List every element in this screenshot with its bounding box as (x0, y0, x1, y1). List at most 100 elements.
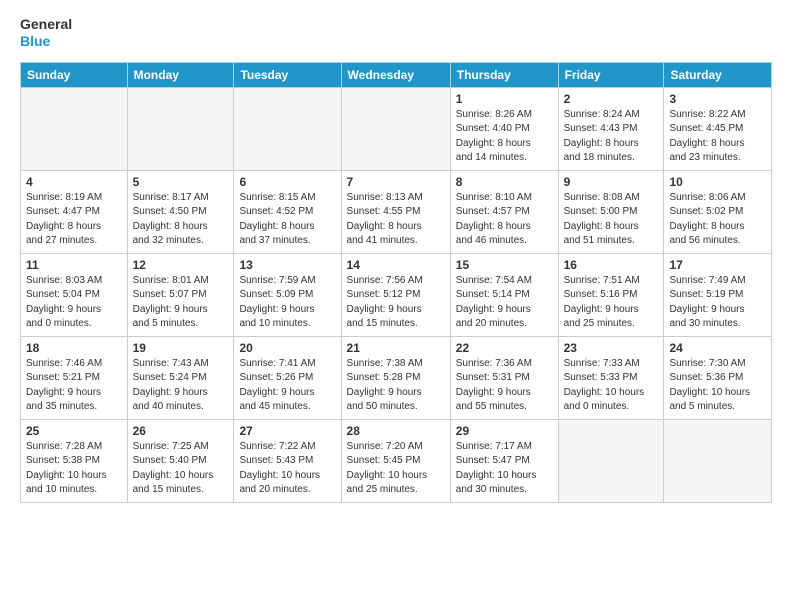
calendar-cell (341, 87, 450, 170)
calendar-cell (664, 419, 772, 502)
day-number: 12 (133, 258, 229, 272)
calendar-cell (558, 419, 664, 502)
calendar-cell: 19 Sunrise: 7:43 AM Sunset: 5:24 PM Dayli… (127, 336, 234, 419)
day-info: Sunrise: 8:13 AM Sunset: 4:55 PM Dayligh… (347, 191, 445, 249)
day-number: 21 (347, 341, 445, 355)
calendar-cell: 15 Sunrise: 7:54 AM Sunset: 5:14 PM Dayli… (450, 253, 558, 336)
calendar-week-3: 11 Sunrise: 8:03 AM Sunset: 5:04 PM Dayli… (21, 253, 772, 336)
calendar-cell (127, 87, 234, 170)
day-number: 11 (26, 258, 122, 272)
day-info: Sunrise: 7:22 AM Sunset: 5:43 PM Dayligh… (239, 440, 335, 498)
day-number: 19 (133, 341, 229, 355)
day-number: 18 (26, 341, 122, 355)
day-info: Sunrise: 8:22 AM Sunset: 4:45 PM Dayligh… (669, 108, 766, 166)
day-number: 24 (669, 341, 766, 355)
day-info: Sunrise: 8:24 AM Sunset: 4:43 PM Dayligh… (564, 108, 659, 166)
day-number: 26 (133, 424, 229, 438)
day-info: Sunrise: 8:06 AM Sunset: 5:02 PM Dayligh… (669, 191, 766, 249)
col-header-saturday: Saturday (664, 62, 772, 87)
day-info: Sunrise: 7:20 AM Sunset: 5:45 PM Dayligh… (347, 440, 445, 498)
day-info: Sunrise: 7:56 AM Sunset: 5:12 PM Dayligh… (347, 274, 445, 332)
calendar-header-row: SundayMondayTuesdayWednesdayThursdayFrid… (21, 62, 772, 87)
day-info: Sunrise: 7:51 AM Sunset: 5:16 PM Dayligh… (564, 274, 659, 332)
day-number: 25 (26, 424, 122, 438)
day-number: 28 (347, 424, 445, 438)
day-info: Sunrise: 7:28 AM Sunset: 5:38 PM Dayligh… (26, 440, 122, 498)
day-info: Sunrise: 8:08 AM Sunset: 5:00 PM Dayligh… (564, 191, 659, 249)
day-number: 29 (456, 424, 553, 438)
calendar-cell: 4 Sunrise: 8:19 AM Sunset: 4:47 PM Daylig… (21, 170, 128, 253)
day-info: Sunrise: 7:43 AM Sunset: 5:24 PM Dayligh… (133, 357, 229, 415)
calendar-cell: 1 Sunrise: 8:26 AM Sunset: 4:40 PM Daylig… (450, 87, 558, 170)
calendar-cell (234, 87, 341, 170)
logo-blue-text: Blue (20, 33, 50, 50)
day-info: Sunrise: 8:10 AM Sunset: 4:57 PM Dayligh… (456, 191, 553, 249)
col-header-thursday: Thursday (450, 62, 558, 87)
day-info: Sunrise: 7:25 AM Sunset: 5:40 PM Dayligh… (133, 440, 229, 498)
calendar-cell: 7 Sunrise: 8:13 AM Sunset: 4:55 PM Daylig… (341, 170, 450, 253)
col-header-tuesday: Tuesday (234, 62, 341, 87)
calendar-cell: 29 Sunrise: 7:17 AM Sunset: 5:47 PM Dayli… (450, 419, 558, 502)
day-number: 15 (456, 258, 553, 272)
day-info: Sunrise: 7:30 AM Sunset: 5:36 PM Dayligh… (669, 357, 766, 415)
col-header-monday: Monday (127, 62, 234, 87)
col-header-wednesday: Wednesday (341, 62, 450, 87)
day-info: Sunrise: 7:38 AM Sunset: 5:28 PM Dayligh… (347, 357, 445, 415)
day-number: 1 (456, 92, 553, 106)
day-number: 5 (133, 175, 229, 189)
day-info: Sunrise: 7:59 AM Sunset: 5:09 PM Dayligh… (239, 274, 335, 332)
day-number: 9 (564, 175, 659, 189)
calendar-cell: 16 Sunrise: 7:51 AM Sunset: 5:16 PM Dayli… (558, 253, 664, 336)
day-number: 16 (564, 258, 659, 272)
calendar-cell: 11 Sunrise: 8:03 AM Sunset: 5:04 PM Dayli… (21, 253, 128, 336)
day-number: 22 (456, 341, 553, 355)
day-info: Sunrise: 7:46 AM Sunset: 5:21 PM Dayligh… (26, 357, 122, 415)
calendar-cell: 28 Sunrise: 7:20 AM Sunset: 5:45 PM Dayli… (341, 419, 450, 502)
calendar-week-5: 25 Sunrise: 7:28 AM Sunset: 5:38 PM Dayli… (21, 419, 772, 502)
calendar-week-2: 4 Sunrise: 8:19 AM Sunset: 4:47 PM Daylig… (21, 170, 772, 253)
calendar-cell: 22Sunrise: 7:36 AM Sunset: 5:31 PM Dayli… (450, 336, 558, 419)
col-header-sunday: Sunday (21, 62, 128, 87)
calendar-cell: 9 Sunrise: 8:08 AM Sunset: 5:00 PM Daylig… (558, 170, 664, 253)
day-info: Sunrise: 8:17 AM Sunset: 4:50 PM Dayligh… (133, 191, 229, 249)
logo-general-text: General (20, 16, 72, 33)
calendar-cell: 12 Sunrise: 8:01 AM Sunset: 5:07 PM Dayli… (127, 253, 234, 336)
calendar-week-1: 1 Sunrise: 8:26 AM Sunset: 4:40 PM Daylig… (21, 87, 772, 170)
calendar-cell: 5 Sunrise: 8:17 AM Sunset: 4:50 PM Daylig… (127, 170, 234, 253)
day-number: 23 (564, 341, 659, 355)
day-number: 13 (239, 258, 335, 272)
day-number: 6 (239, 175, 335, 189)
day-info: Sunrise: 7:54 AM Sunset: 5:14 PM Dayligh… (456, 274, 553, 332)
calendar-cell: 18 Sunrise: 7:46 AM Sunset: 5:21 PM Dayli… (21, 336, 128, 419)
day-info: Sunrise: 7:17 AM Sunset: 5:47 PM Dayligh… (456, 440, 553, 498)
calendar-cell: 13 Sunrise: 7:59 AM Sunset: 5:09 PM Dayli… (234, 253, 341, 336)
day-number: 7 (347, 175, 445, 189)
calendar-cell: 10 Sunrise: 8:06 AM Sunset: 5:02 PM Dayli… (664, 170, 772, 253)
day-number: 10 (669, 175, 766, 189)
calendar-cell (21, 87, 128, 170)
day-number: 3 (669, 92, 766, 106)
calendar-cell: 25 Sunrise: 7:28 AM Sunset: 5:38 PM Dayli… (21, 419, 128, 502)
day-info: Sunrise: 7:49 AM Sunset: 5:19 PM Dayligh… (669, 274, 766, 332)
day-info: Sunrise: 8:19 AM Sunset: 4:47 PM Dayligh… (26, 191, 122, 249)
day-number: 4 (26, 175, 122, 189)
calendar-cell: 14 Sunrise: 7:56 AM Sunset: 5:12 PM Dayli… (341, 253, 450, 336)
day-number: 27 (239, 424, 335, 438)
calendar-cell: 26 Sunrise: 7:25 AM Sunset: 5:40 PM Dayli… (127, 419, 234, 502)
day-info: Sunrise: 8:26 AM Sunset: 4:40 PM Dayligh… (456, 108, 553, 166)
calendar-cell: 2 Sunrise: 8:24 AM Sunset: 4:43 PM Daylig… (558, 87, 664, 170)
calendar-cell: 20Sunrise: 7:41 AM Sunset: 5:26 PM Dayli… (234, 336, 341, 419)
calendar-table: SundayMondayTuesdayWednesdayThursdayFrid… (20, 62, 772, 503)
calendar-cell: 21 Sunrise: 7:38 AM Sunset: 5:28 PM Dayli… (341, 336, 450, 419)
day-number: 2 (564, 92, 659, 106)
day-info: Sunrise: 7:33 AM Sunset: 5:33 PM Dayligh… (564, 357, 659, 415)
col-header-friday: Friday (558, 62, 664, 87)
day-number: 17 (669, 258, 766, 272)
calendar-week-4: 18 Sunrise: 7:46 AM Sunset: 5:21 PM Dayli… (21, 336, 772, 419)
day-info: Sunrise: 8:03 AM Sunset: 5:04 PM Dayligh… (26, 274, 122, 332)
day-number: 14 (347, 258, 445, 272)
day-number: 20 (239, 341, 335, 355)
calendar-cell: 24 Sunrise: 7:30 AM Sunset: 5:36 PM Dayli… (664, 336, 772, 419)
day-info: Sunrise: 8:01 AM Sunset: 5:07 PM Dayligh… (133, 274, 229, 332)
calendar-cell: 6Sunrise: 8:15 AM Sunset: 4:52 PM Daylig… (234, 170, 341, 253)
